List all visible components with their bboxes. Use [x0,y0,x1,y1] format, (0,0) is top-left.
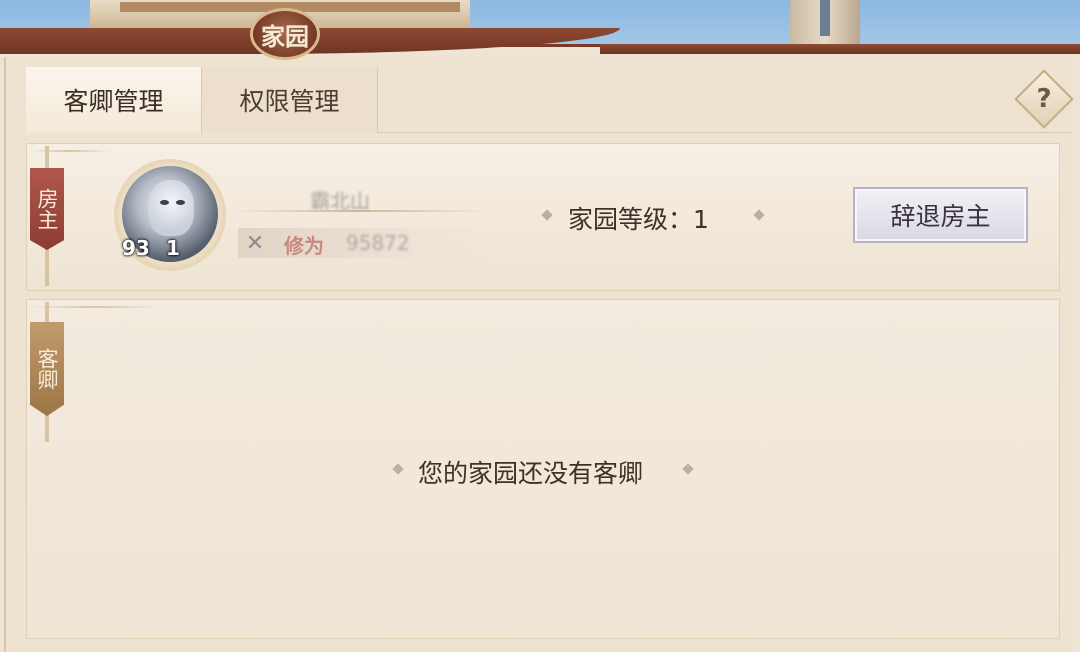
player-level: 93 [122,236,150,260]
empty-guest-message: 您的家园还没有客卿 [418,459,644,488]
cultivation-label: 修为 [284,234,324,258]
background-tower-window [820,0,830,36]
guest-banner-label: 客卿 [35,348,59,390]
cloud-ornament [30,150,110,152]
tab-bar: 客卿管理 权限管理 [26,67,1072,133]
tab-permission-management[interactable]: 权限管理 [202,67,378,133]
crossed-swords-icon: ✕ [245,230,265,256]
help-icon[interactable]: ? [1023,78,1065,120]
name-divider [230,210,490,212]
roof-right-trim [600,44,1080,54]
avatar-eye-left [160,200,169,205]
tab-guest-management[interactable]: 客卿管理 [26,67,202,133]
dismiss-owner-button[interactable]: 辞退房主 [853,187,1028,243]
guest-banner: 客卿 [30,322,64,416]
owner-banner-label: 房主 [35,188,59,230]
avatar-face [148,180,194,236]
avatar-eye-right [176,200,185,205]
home-level: 家园等级：1 [568,205,709,234]
window-title: 家园 [250,8,320,60]
owner-banner: 房主 [30,168,64,250]
tab-spacer [378,67,1072,133]
player-rank: 1 [166,236,180,260]
cultivation-value: 95872 [346,231,410,255]
cloud-ornament [30,306,160,308]
